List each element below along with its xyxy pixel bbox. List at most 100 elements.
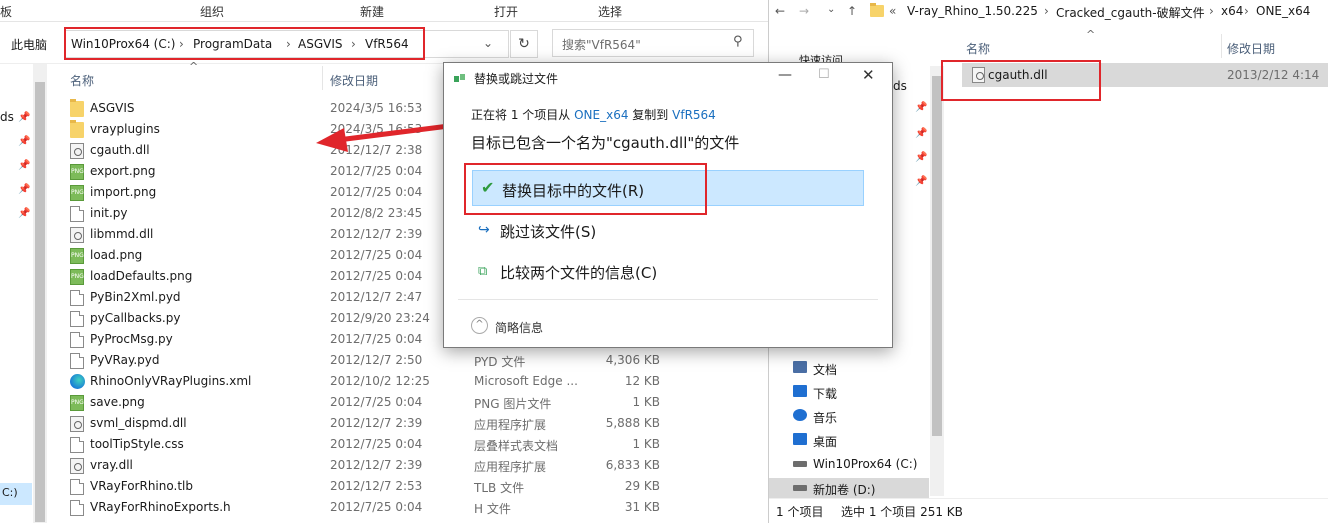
right-nav-item[interactable]: 桌面 — [791, 430, 941, 450]
file-name: export.png — [90, 164, 156, 178]
forward-arrow-icon[interactable]: → — [799, 4, 809, 18]
dll-icon — [70, 227, 84, 243]
file-name: pyCallbacks.py — [90, 311, 181, 325]
file-size: 5,888 KB — [605, 416, 660, 430]
minimize-icon[interactable]: — — [778, 67, 792, 83]
pin-icon: 📌 — [915, 128, 928, 139]
back-arrow-icon[interactable]: ← — [775, 4, 785, 18]
pin-icon: 📌 — [18, 184, 31, 195]
png-icon: PNG — [70, 185, 84, 201]
progress-dest-link[interactable]: VfR564 — [672, 108, 716, 122]
file-icon — [70, 332, 84, 348]
png-icon: PNG — [70, 248, 84, 264]
right-nav-item[interactable]: 新加卷 (D:) — [769, 478, 929, 498]
right-nav-item[interactable]: Win10Prox64 (C:) — [791, 454, 941, 474]
refresh-icon[interactable]: ↻ — [510, 30, 538, 58]
right-nav-item[interactable]: 下载 — [791, 382, 941, 402]
right-nav-scrollbar[interactable] — [930, 66, 944, 496]
folder-icon — [70, 99, 84, 117]
file-date: 2012/9/20 23:24 — [330, 311, 430, 325]
ribbon-clipboard[interactable]: 板 — [0, 3, 12, 20]
right-nav-label: Win10Prox64 (C:) — [813, 457, 918, 471]
folder-icon — [870, 3, 884, 17]
right-breadcrumb-3[interactable]: x64 — [1221, 4, 1243, 18]
file-date: 2012/12/7 2:50 — [330, 353, 423, 367]
dialog-message: 目标已包含一个名为"cgauth.dll"的文件 — [471, 134, 740, 152]
nav-item-drive-c[interactable]: C:) — [0, 483, 32, 505]
right-nav-scrollbar-thumb[interactable] — [932, 76, 942, 436]
status-selected: 选中 1 个项目 251 KB — [841, 505, 963, 519]
ribbon-organize[interactable]: 组织 — [200, 3, 224, 20]
sort-up-icon: ^ — [189, 60, 199, 73]
progress-source-link[interactable]: ONE_x64 — [574, 108, 628, 122]
file-date: 2012/7/25 0:04 — [330, 269, 423, 283]
nav-item-fragment[interactable]: ds — [0, 110, 14, 124]
file-date: 2012/7/25 0:04 — [330, 500, 423, 514]
right-nav-label: 下载 — [813, 387, 838, 401]
chevron-down-icon[interactable]: ⌄ — [483, 36, 493, 50]
compare-icon: ⧉ — [478, 264, 488, 279]
up-arrow-icon[interactable]: ↑ — [847, 4, 857, 18]
file-type: H 文件 — [474, 502, 511, 516]
dll-icon — [70, 143, 84, 159]
file-date: 2013/2/12 4:14 — [1227, 68, 1320, 82]
right-nav-item[interactable]: 文档 — [791, 358, 941, 378]
skip-option[interactable]: ↪ 跳过该文件(S) — [478, 218, 718, 244]
file-name: PyProcMsg.py — [90, 332, 173, 346]
details-toggle[interactable]: ^ 简略信息 — [471, 317, 581, 337]
skip-option-label: 跳过该文件(S) — [500, 223, 597, 241]
right-nav-label: 桌面 — [813, 435, 838, 449]
file-row[interactable]: toolTipStyle.css 2012/7/25 0:04 层叠样式表文档 1 K… — [64, 434, 764, 455]
right-breadcrumb-4[interactable]: ONE_x64 — [1256, 4, 1310, 18]
right-nav-label: 文档 — [813, 363, 838, 377]
file-icon — [70, 479, 84, 495]
ribbon-new[interactable]: 新建 — [360, 3, 384, 20]
file-row[interactable]: svml_dispmd.dll 2012/12/7 2:39 应用程序扩展 5,888… — [64, 413, 764, 434]
close-icon[interactable]: ✕ — [862, 66, 875, 84]
file-date: 2012/7/25 0:04 — [330, 332, 423, 346]
file-row[interactable]: RhinoOnlyVRayPlugins.xml 2012/10/2 12:25 M… — [64, 371, 764, 392]
file-name: PyBin2Xml.pyd — [90, 290, 181, 304]
nav-item-fragment[interactable]: ds — [893, 79, 907, 93]
progress-middle: 复制到 — [632, 108, 669, 122]
overflow-chevron-icon[interactable]: « — [889, 4, 896, 18]
file-row[interactable]: PyVRay.pyd 2012/12/7 2:50 PYD 文件 4,306 KB — [64, 350, 764, 371]
file-name: VRayForRhinoExports.h — [90, 500, 231, 514]
right-nav-item[interactable]: 音乐 — [791, 406, 941, 426]
file-row[interactable]: VRayForRhino.tlb 2012/12/7 2:53 TLB 文件 29 K… — [64, 476, 764, 497]
column-divider — [1221, 34, 1222, 58]
file-row[interactable]: VRayForRhinoExports.h 2012/7/25 0:04 H 文件 3… — [64, 497, 764, 518]
file-row[interactable]: vray.dll 2012/12/7 2:39 应用程序扩展 6,833 KB — [64, 455, 764, 476]
search-input[interactable]: 搜索"VfR564" ⚲ — [552, 29, 754, 57]
file-row[interactable]: PNG save.png 2012/7/25 0:04 PNG 图片文件 1 KB — [64, 392, 764, 413]
column-header-name[interactable]: 名称 — [70, 72, 94, 89]
file-size: 1 KB — [632, 437, 660, 451]
maximize-icon[interactable]: ☐ — [818, 67, 830, 82]
right-breadcrumb-2[interactable]: Cracked_cgauth-破解文件 — [1056, 4, 1205, 21]
file-type: PYD 文件 — [474, 355, 526, 369]
right-breadcrumb-1[interactable]: V-ray_Rhino_1.50.225 — [907, 4, 1038, 18]
right-column-header-name[interactable]: 名称 — [966, 40, 990, 57]
file-name: load.png — [90, 248, 143, 262]
right-column-header-date[interactable]: 修改日期 — [1227, 40, 1275, 57]
file-date: 2012/7/25 0:04 — [330, 248, 423, 262]
chevron-down-icon[interactable]: ⌄ — [827, 4, 835, 15]
file-name: libmmd.dll — [90, 227, 154, 241]
breadcrumb-root[interactable]: 此电脑 — [11, 36, 47, 53]
file-name: vray.dll — [90, 458, 133, 472]
documents-icon — [793, 361, 807, 373]
edge-icon — [70, 374, 85, 389]
compare-option[interactable]: ⧉ 比较两个文件的信息(C) — [478, 259, 738, 285]
file-name: loadDefaults.png — [90, 269, 193, 283]
right-address-bar: ← → ⌄ ↑ « V-ray_Rhino_1.50.225 › Cracked… — [769, 0, 1328, 26]
nav-scrollbar-thumb[interactable] — [35, 82, 45, 522]
file-name: save.png — [90, 395, 145, 409]
ribbon-select[interactable]: 选择 — [598, 3, 622, 20]
file-icon — [70, 206, 84, 222]
ribbon-open[interactable]: 打开 — [494, 3, 518, 20]
status-item-count: 1 个项目 — [776, 505, 824, 519]
desktop-icon — [793, 433, 807, 445]
pin-icon: 📌 — [915, 152, 928, 163]
nav-scrollbar[interactable] — [33, 64, 47, 523]
file-name: init.py — [90, 206, 128, 220]
